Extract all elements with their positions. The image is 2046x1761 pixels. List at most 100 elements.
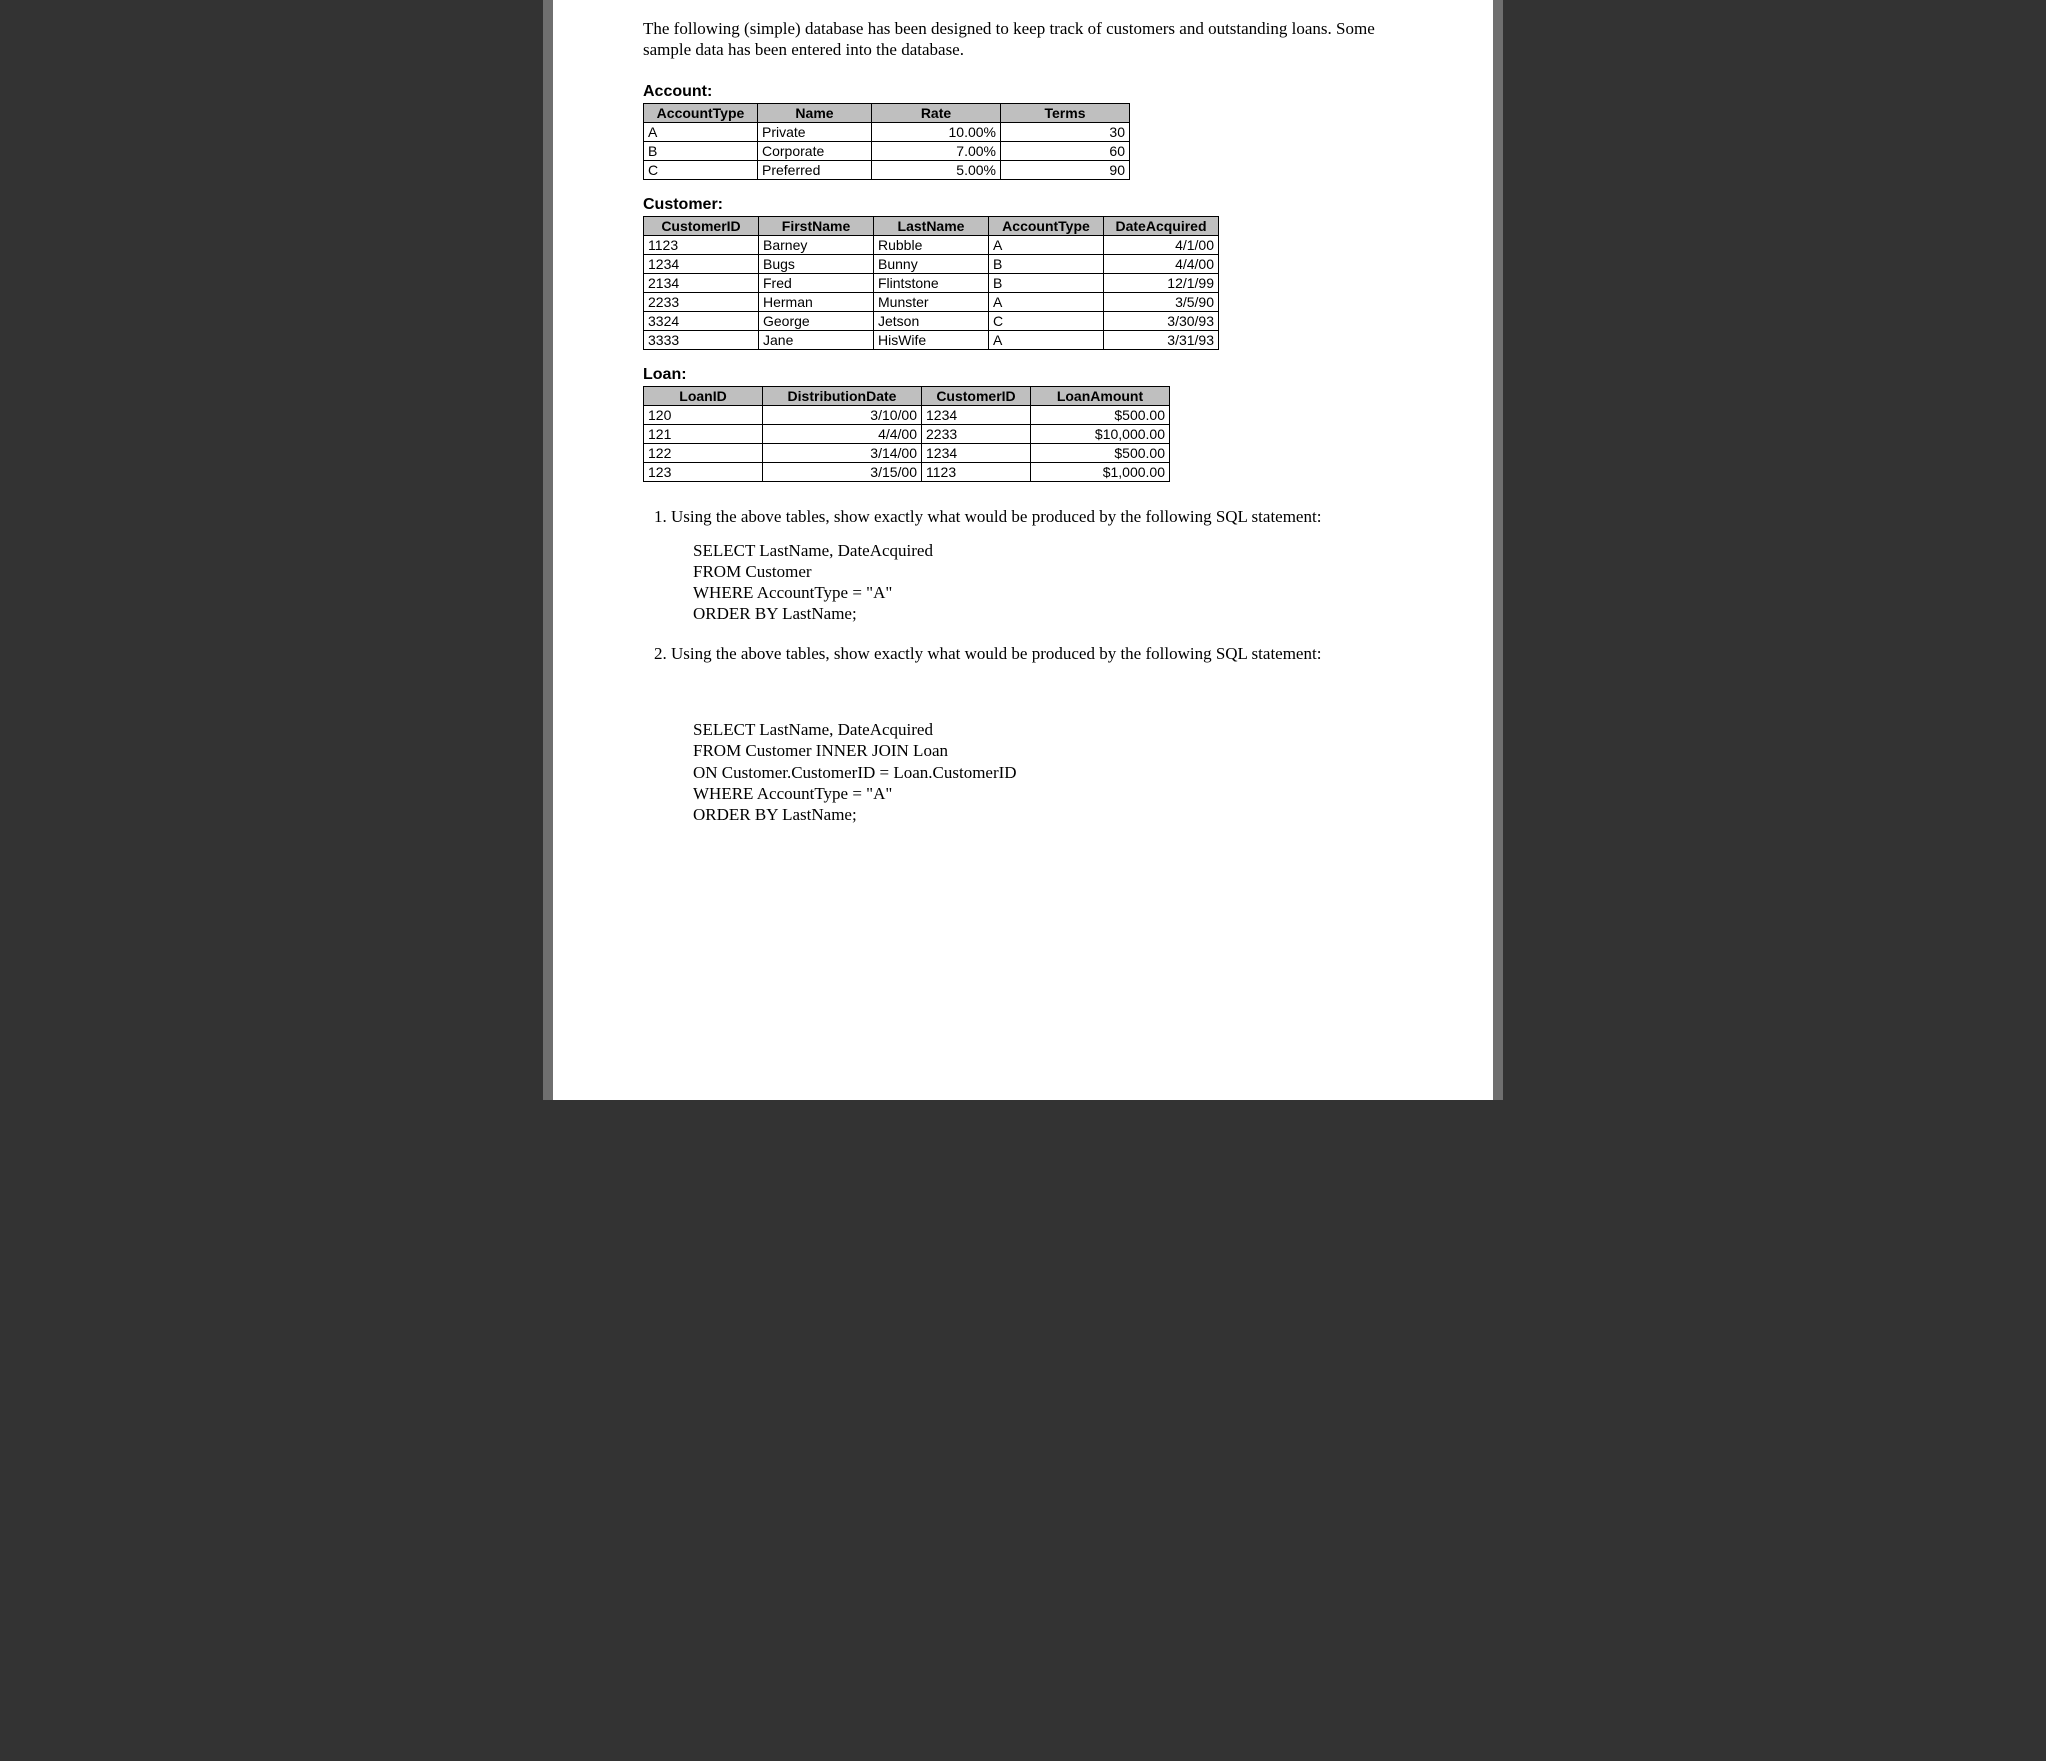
question-2: Using the above tables, show exactly wha…: [671, 643, 1403, 868]
cell-type: B: [989, 273, 1104, 292]
loan-header-cust: CustomerID: [922, 386, 1031, 405]
cell-rate: 7.00%: [872, 141, 1001, 160]
cell-id: 3324: [644, 311, 759, 330]
table-row: 123 3/15/00 1123 $1,000.00: [644, 462, 1170, 481]
cell-loanid: 121: [644, 424, 763, 443]
cell-amount: $10,000.00: [1031, 424, 1170, 443]
question-1: Using the above tables, show exactly wha…: [671, 506, 1403, 625]
cell-first: Herman: [759, 292, 874, 311]
cell-name: Corporate: [758, 141, 872, 160]
loan-header-id: LoanID: [644, 386, 763, 405]
cell-custid: 2233: [922, 424, 1031, 443]
table-row: 1123 Barney Rubble A 4/1/00: [644, 235, 1219, 254]
table-row: B Corporate 7.00% 60: [644, 141, 1130, 160]
cell-last: Rubble: [874, 235, 989, 254]
cell-distdate: 3/10/00: [763, 405, 922, 424]
customer-table: CustomerID FirstName LastName AccountTyp…: [643, 216, 1219, 350]
cell-amount: $500.00: [1031, 443, 1170, 462]
cell-last: Jetson: [874, 311, 989, 330]
cell-id: 3333: [644, 330, 759, 349]
customer-header-date: DateAcquired: [1104, 216, 1219, 235]
cell-date: 4/4/00: [1104, 254, 1219, 273]
cell-terms: 60: [1001, 141, 1130, 160]
cell-distdate: 3/14/00: [763, 443, 922, 462]
cell-custid: 1234: [922, 405, 1031, 424]
table-row: 1234 Bugs Bunny B 4/4/00: [644, 254, 1219, 273]
loan-table-title: Loan:: [643, 366, 1403, 384]
question-2-sql: SELECT LastName, DateAcquired FROM Custo…: [693, 677, 1403, 868]
document-page: The following (simple) database has been…: [543, 0, 1503, 1100]
cell-date: 4/1/00: [1104, 235, 1219, 254]
account-table: AccountType Name Rate Terms A Private 10…: [643, 103, 1130, 180]
question-1-sql: SELECT LastName, DateAcquired FROM Custo…: [693, 540, 1403, 625]
table-row: 3333 Jane HisWife A 3/31/93: [644, 330, 1219, 349]
cell-date: 3/30/93: [1104, 311, 1219, 330]
cell-loanid: 122: [644, 443, 763, 462]
table-row: A Private 10.00% 30: [644, 122, 1130, 141]
cell-rate: 10.00%: [872, 122, 1001, 141]
account-header-accounttype: AccountType: [644, 103, 758, 122]
account-table-title: Account:: [643, 83, 1403, 101]
cell-custid: 1123: [922, 462, 1031, 481]
cell-accounttype: A: [644, 122, 758, 141]
cell-date: 3/5/90: [1104, 292, 1219, 311]
cell-last: Munster: [874, 292, 989, 311]
cell-date: 3/31/93: [1104, 330, 1219, 349]
cell-name: Preferred: [758, 160, 872, 179]
cell-custid: 1234: [922, 443, 1031, 462]
cell-accounttype: B: [644, 141, 758, 160]
loan-header-amount: LoanAmount: [1031, 386, 1170, 405]
customer-header-type: AccountType: [989, 216, 1104, 235]
cell-type: C: [989, 311, 1104, 330]
cell-first: George: [759, 311, 874, 330]
cell-type: A: [989, 330, 1104, 349]
table-row: 2233 Herman Munster A 3/5/90: [644, 292, 1219, 311]
question-list: Using the above tables, show exactly wha…: [643, 506, 1403, 868]
cell-amount: $500.00: [1031, 405, 1170, 424]
cell-first: Fred: [759, 273, 874, 292]
question-2-sql-text: SELECT LastName, DateAcquired FROM Custo…: [693, 719, 1403, 825]
loan-header-row: LoanID DistributionDate CustomerID LoanA…: [644, 386, 1170, 405]
cell-date: 12/1/99: [1104, 273, 1219, 292]
customer-table-title: Customer:: [643, 196, 1403, 214]
cell-loanid: 120: [644, 405, 763, 424]
cell-first: Barney: [759, 235, 874, 254]
cell-terms: 30: [1001, 122, 1130, 141]
account-header-name: Name: [758, 103, 872, 122]
cell-loanid: 123: [644, 462, 763, 481]
cell-id: 2134: [644, 273, 759, 292]
question-1-prompt: Using the above tables, show exactly wha…: [671, 507, 1321, 526]
cell-id: 1234: [644, 254, 759, 273]
cell-rate: 5.00%: [872, 160, 1001, 179]
cell-type: B: [989, 254, 1104, 273]
table-row: 3324 George Jetson C 3/30/93: [644, 311, 1219, 330]
table-row: 122 3/14/00 1234 $500.00: [644, 443, 1170, 462]
table-row: 2134 Fred Flintstone B 12/1/99: [644, 273, 1219, 292]
customer-header-row: CustomerID FirstName LastName AccountTyp…: [644, 216, 1219, 235]
cell-last: Bunny: [874, 254, 989, 273]
cell-distdate: 4/4/00: [763, 424, 922, 443]
loan-header-date: DistributionDate: [763, 386, 922, 405]
cell-type: A: [989, 235, 1104, 254]
customer-header-last: LastName: [874, 216, 989, 235]
cell-name: Private: [758, 122, 872, 141]
cell-first: Jane: [759, 330, 874, 349]
cell-amount: $1,000.00: [1031, 462, 1170, 481]
account-header-row: AccountType Name Rate Terms: [644, 103, 1130, 122]
account-header-rate: Rate: [872, 103, 1001, 122]
table-row: 120 3/10/00 1234 $500.00: [644, 405, 1170, 424]
cell-last: Flintstone: [874, 273, 989, 292]
cell-id: 2233: [644, 292, 759, 311]
customer-header-id: CustomerID: [644, 216, 759, 235]
table-row: C Preferred 5.00% 90: [644, 160, 1130, 179]
cell-type: A: [989, 292, 1104, 311]
loan-table: LoanID DistributionDate CustomerID LoanA…: [643, 386, 1170, 482]
customer-header-first: FirstName: [759, 216, 874, 235]
question-2-prompt: Using the above tables, show exactly wha…: [671, 644, 1321, 663]
cell-distdate: 3/15/00: [763, 462, 922, 481]
cell-id: 1123: [644, 235, 759, 254]
table-row: 121 4/4/00 2233 $10,000.00: [644, 424, 1170, 443]
intro-paragraph: The following (simple) database has been…: [643, 18, 1403, 61]
cell-accounttype: C: [644, 160, 758, 179]
cell-terms: 90: [1001, 160, 1130, 179]
